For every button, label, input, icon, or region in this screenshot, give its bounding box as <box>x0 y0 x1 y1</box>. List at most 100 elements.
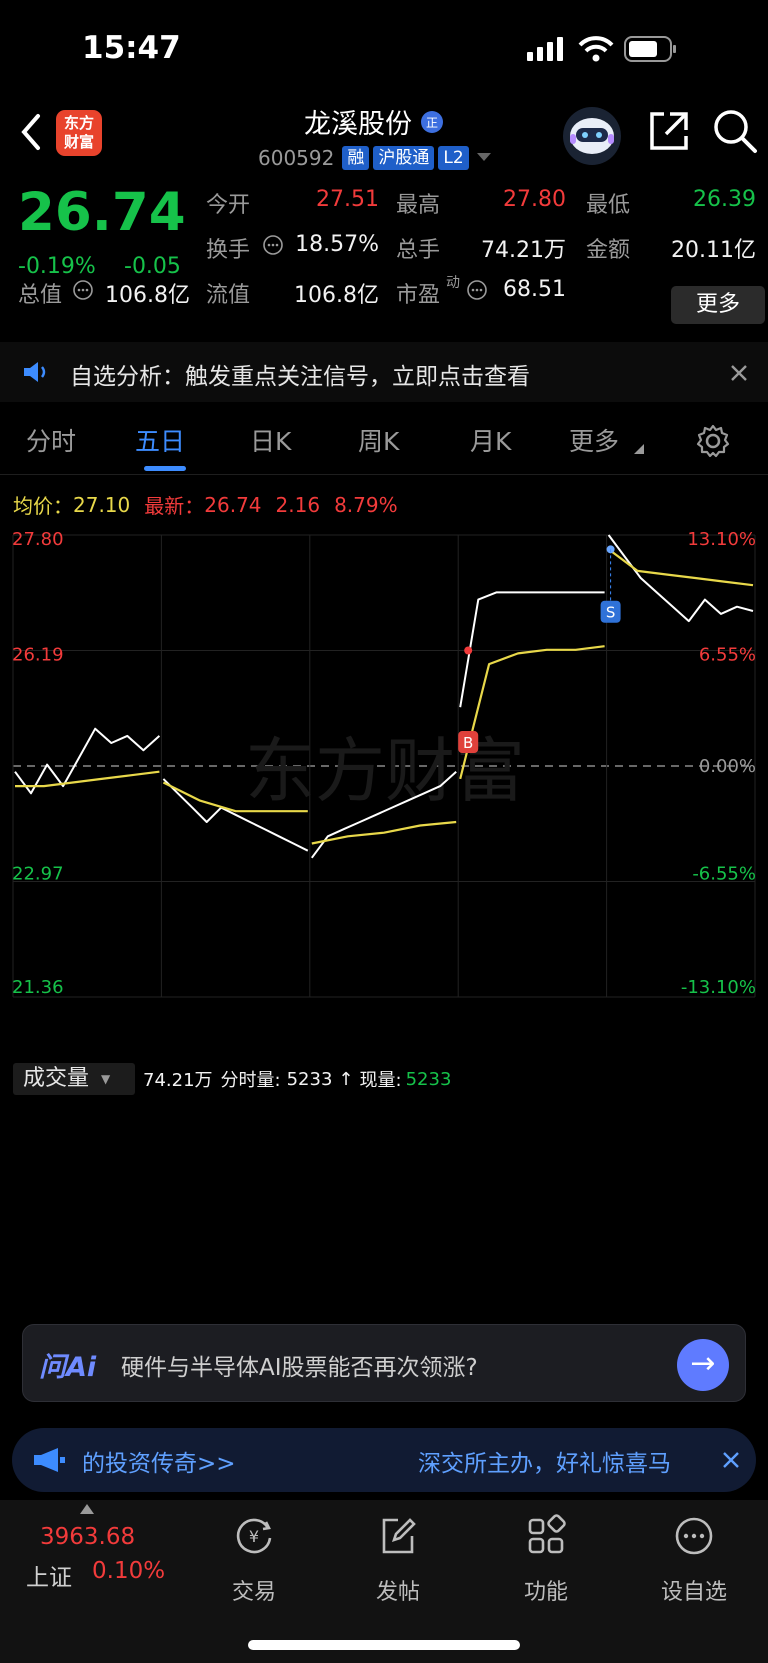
high-label: 最高 <box>396 193 441 218</box>
pe-label: 市盈 <box>396 283 441 308</box>
back-icon[interactable] <box>20 112 42 152</box>
stock-code-row[interactable]: 600592 融 沪股通 L2 <box>258 146 491 170</box>
y-tick-left: 26.19 <box>12 645 64 666</box>
latest-change: 2.16 <box>275 492 321 517</box>
settings-gear-icon[interactable] <box>696 424 730 458</box>
avg-value: 27.10 <box>73 492 131 517</box>
total-value-label: 总值 <box>18 283 63 308</box>
volume-label: 总手 <box>396 238 441 263</box>
nav-function-label: 功能 <box>523 1580 568 1605</box>
nav-post-label: 发帖 <box>375 1580 420 1605</box>
robot-avatar-icon[interactable] <box>562 106 622 166</box>
nav-trade[interactable]: ¥ 交易 <box>194 1514 314 1606</box>
share-icon[interactable] <box>648 110 690 152</box>
pe-superscript: 动 <box>446 275 460 291</box>
avg-label: 均价： <box>13 494 73 518</box>
latest-percent: 8.79% <box>334 492 398 517</box>
current-price: 26.74 <box>18 182 186 243</box>
stock-name: 龙溪股份 <box>304 109 412 140</box>
float-value-label: 流值 <box>206 283 251 308</box>
open-value: 27.51 <box>316 187 379 212</box>
y-tick-left: 27.80 <box>12 529 64 550</box>
notice-text: 自选分析：触发重点关注信号，立即点击查看 <box>70 364 530 390</box>
registration-icon: 正 <box>421 110 443 133</box>
tick-volume-label: 分时量: <box>220 1070 281 1091</box>
stock-header: 东方 财富 龙溪股份 正 600592 融 沪股通 L2 <box>0 100 768 180</box>
app-logo[interactable]: 东方 财富 <box>56 110 102 156</box>
promo-banner[interactable]: 的投资传奇>> 深交所主办，好礼惊喜马 <box>12 1428 756 1492</box>
status-time: 15:47 <box>82 30 181 66</box>
amount-value: 20.11亿 <box>671 238 756 263</box>
promo-left-text: 的投资传奇>> <box>82 1451 236 1477</box>
y-tick-right: 0.00% <box>699 756 756 777</box>
info-icon[interactable] <box>466 279 488 301</box>
y-tick-right: -13.10% <box>681 977 756 998</box>
ai-brand: 问Ai <box>39 1352 97 1383</box>
nav-trade-label: 交易 <box>231 1580 276 1605</box>
y-axis-right: 13.10% 6.55% 0.00% -6.55% -13.10% <box>681 529 756 998</box>
tick-volume: 5233 <box>286 1068 333 1090</box>
trade-markers[interactable]: BS <box>458 545 621 754</box>
active-tab-indicator <box>144 466 186 471</box>
tab-intraday[interactable]: 分时 <box>26 422 76 458</box>
latest-value: 26.74 <box>204 492 262 517</box>
float-value: 106.8亿 <box>294 283 379 308</box>
pe-value: 68.51 <box>503 277 566 302</box>
tab-weekly-k[interactable]: 周K <box>358 422 399 458</box>
send-arrow-icon[interactable]: → <box>677 1339 729 1391</box>
nav-watchlist-label: 设自选 <box>660 1580 727 1605</box>
caret-down-icon <box>476 153 491 161</box>
index-name[interactable]: 上证 <box>26 1558 72 1592</box>
close-icon[interactable] <box>730 364 748 382</box>
nav-post[interactable]: 发帖 <box>338 1514 458 1606</box>
volume-value: 74.21万 <box>481 238 566 263</box>
nav-function[interactable]: 功能 <box>486 1514 606 1606</box>
notice-bar[interactable]: 自选分析：触发重点关注信号，立即点击查看 <box>0 342 768 402</box>
signal-icon <box>527 37 563 61</box>
tab-daily-k[interactable]: 日K <box>250 422 291 458</box>
stock-code: 600592 <box>258 146 335 170</box>
volume-info-bar: 成交量 ▼ 74.21万 分时量: 5233 ↑ 现量: 5233 <box>13 1062 768 1096</box>
low-value: 26.39 <box>693 187 756 212</box>
y-tick-left: 22.97 <box>12 864 64 885</box>
tab-monthly-k[interactable]: 月K <box>470 422 511 458</box>
volume-selector[interactable]: 成交量 ▼ <box>13 1063 135 1095</box>
home-indicator[interactable] <box>248 1640 520 1650</box>
more-button[interactable]: 更多 <box>671 286 765 324</box>
margin-tag: 融 <box>342 146 370 170</box>
info-icon[interactable] <box>262 234 284 256</box>
y-tick-right: 6.55% <box>699 645 756 666</box>
y-tick-right: -6.55% <box>692 864 756 885</box>
svg-text:正: 正 <box>426 116 438 130</box>
connect-tag: 沪股通 <box>373 146 435 170</box>
grid-apps-icon <box>528 1514 566 1554</box>
search-icon[interactable] <box>712 108 758 154</box>
buy-point <box>464 646 473 655</box>
sell-marker-text: S <box>606 604 616 622</box>
price-line <box>14 727 161 795</box>
current-volume-label: 现量: <box>359 1070 402 1091</box>
nav-watchlist[interactable]: 设自选 <box>634 1514 754 1606</box>
open-label: 今开 <box>206 193 251 218</box>
buy-marker-text: B <box>463 734 473 752</box>
close-icon[interactable] <box>722 1451 740 1469</box>
average-line <box>607 548 754 587</box>
index-change[interactable]: 0.10% <box>92 1558 165 1584</box>
ai-prompt: 硬件与半导体AI股票能否再次领涨? <box>121 1355 478 1381</box>
latest-label: 最新： <box>144 494 205 518</box>
turnover-label: 换手 <box>206 238 251 263</box>
tab-more[interactable]: 更多 <box>569 422 619 458</box>
five-day-chart[interactable]: 东方财富 BS 27.8026.1922.9721.36 13.10%6.55%… <box>0 525 768 1060</box>
tab-five-day[interactable]: 五日 <box>135 422 185 458</box>
turnover-value: 18.57% <box>295 232 379 257</box>
volume-total: 74.21万 <box>143 1070 213 1091</box>
info-icon[interactable] <box>72 279 94 301</box>
caret-up-icon <box>80 1504 94 1514</box>
amount-label: 金额 <box>586 238 631 263</box>
index-value[interactable]: 3963.68 <box>40 1524 135 1550</box>
high-value: 27.80 <box>503 187 566 212</box>
ask-ai-bar[interactable]: 问Ai 硬件与半导体AI股票能否再次领涨? → <box>22 1324 746 1402</box>
caret-icon <box>634 444 644 454</box>
battery-icon <box>624 36 676 62</box>
wifi-icon <box>578 36 614 62</box>
